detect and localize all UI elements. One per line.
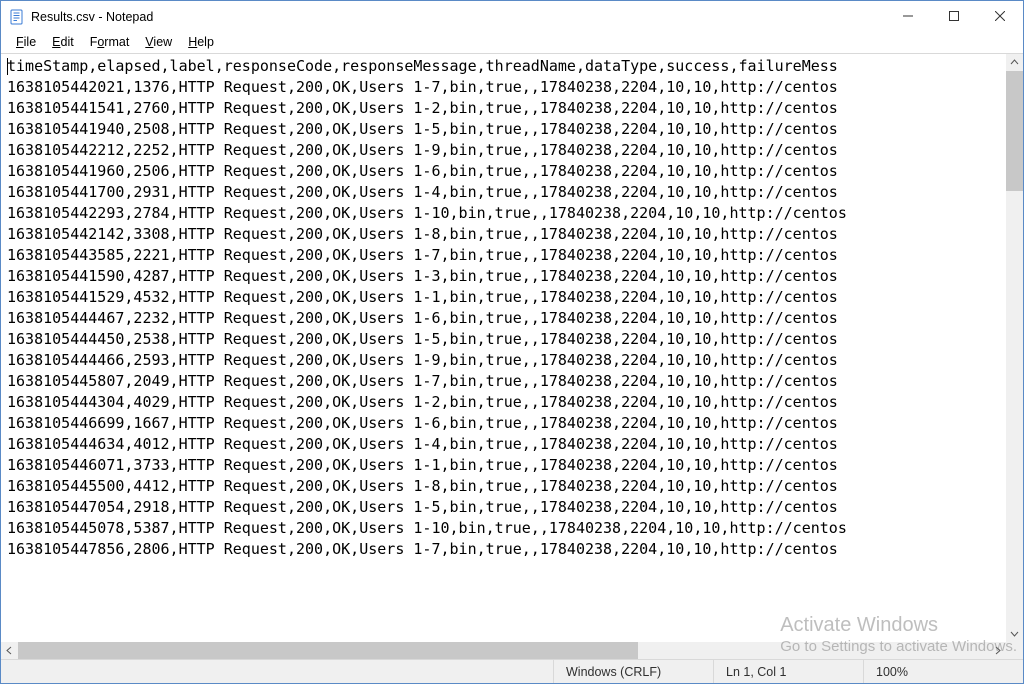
csv-row[interactable]: 1638105444466,2593,HTTP Request,200,OK,U… [7,350,1004,371]
scroll-up-icon[interactable] [1006,54,1023,71]
status-position: Ln 1, Col 1 [713,660,863,683]
csv-row[interactable]: 1638105447054,2918,HTTP Request,200,OK,U… [7,497,1004,518]
close-button[interactable] [977,1,1023,31]
csv-row[interactable]: 1638105444634,4012,HTTP Request,200,OK,U… [7,434,1004,455]
csv-row[interactable]: 1638105441541,2760,HTTP Request,200,OK,U… [7,98,1004,119]
status-encoding: Windows (CRLF) [553,660,713,683]
titlebar[interactable]: Results.csv - Notepad [1,1,1023,33]
window-controls [885,1,1023,33]
csv-row[interactable]: 1638105442293,2784,HTTP Request,200,OK,U… [7,203,1004,224]
hscroll-thumb[interactable] [18,642,638,659]
csv-row[interactable]: 1638105444467,2232,HTTP Request,200,OK,U… [7,308,1004,329]
csv-row[interactable]: 1638105441960,2506,HTTP Request,200,OK,U… [7,161,1004,182]
status-spacer [1,660,553,683]
csv-row[interactable]: 1638105446071,3733,HTTP Request,200,OK,U… [7,455,1004,476]
minimize-button[interactable] [885,1,931,31]
menu-edit[interactable]: Edit [45,34,81,50]
menu-file[interactable]: File [9,34,43,50]
maximize-button[interactable] [931,1,977,31]
text-content[interactable]: timeStamp,elapsed,label,responseCode,res… [7,56,1004,560]
csv-row[interactable]: 1638105442142,3308,HTTP Request,200,OK,U… [7,224,1004,245]
horizontal-scrollbar[interactable] [1,642,1006,659]
csv-row[interactable]: 1638105442212,2252,HTTP Request,200,OK,U… [7,140,1004,161]
scroll-corner [1006,642,1023,659]
csv-row[interactable]: 1638105441529,4532,HTTP Request,200,OK,U… [7,287,1004,308]
vscroll-thumb[interactable] [1006,71,1023,191]
vertical-scrollbar[interactable] [1006,54,1023,642]
hscroll-row [1,642,1023,659]
statusbar: Windows (CRLF) Ln 1, Col 1 100% [1,659,1023,683]
menubar: File Edit Format View Help [1,33,1023,53]
csv-row[interactable]: 1638105442021,1376,HTTP Request,200,OK,U… [7,77,1004,98]
csv-row[interactable]: 1638105445807,2049,HTTP Request,200,OK,U… [7,371,1004,392]
notepad-app-icon [9,9,25,25]
notepad-window: Results.csv - Notepad File Edit Format V… [0,0,1024,684]
editor-wrap: timeStamp,elapsed,label,responseCode,res… [1,53,1023,642]
menu-format[interactable]: Format [83,34,137,50]
scroll-left-icon[interactable] [1,642,18,659]
csv-row[interactable]: 1638105445500,4412,HTTP Request,200,OK,U… [7,476,1004,497]
csv-row[interactable]: 1638105441590,4287,HTTP Request,200,OK,U… [7,266,1004,287]
scroll-down-icon[interactable] [1006,625,1023,642]
csv-row[interactable]: 1638105444304,4029,HTTP Request,200,OK,U… [7,392,1004,413]
window-title: Results.csv - Notepad [31,10,153,24]
hscroll-track[interactable] [18,642,989,659]
csv-header-line[interactable]: timeStamp,elapsed,label,responseCode,res… [7,56,1004,77]
menu-help[interactable]: Help [181,34,221,50]
text-editor[interactable]: timeStamp,elapsed,label,responseCode,res… [1,54,1006,642]
status-zoom: 100% [863,660,1023,683]
csv-row[interactable]: 1638105445078,5387,HTTP Request,200,OK,U… [7,518,1004,539]
csv-row[interactable]: 1638105441940,2508,HTTP Request,200,OK,U… [7,119,1004,140]
csv-row[interactable]: 1638105443585,2221,HTTP Request,200,OK,U… [7,245,1004,266]
scroll-right-icon[interactable] [989,642,1006,659]
csv-row[interactable]: 1638105444450,2538,HTTP Request,200,OK,U… [7,329,1004,350]
csv-row[interactable]: 1638105441700,2931,HTTP Request,200,OK,U… [7,182,1004,203]
csv-row[interactable]: 1638105446699,1667,HTTP Request,200,OK,U… [7,413,1004,434]
vscroll-track[interactable] [1006,71,1023,625]
menu-view[interactable]: View [138,34,179,50]
csv-row[interactable]: 1638105447856,2806,HTTP Request,200,OK,U… [7,539,1004,560]
